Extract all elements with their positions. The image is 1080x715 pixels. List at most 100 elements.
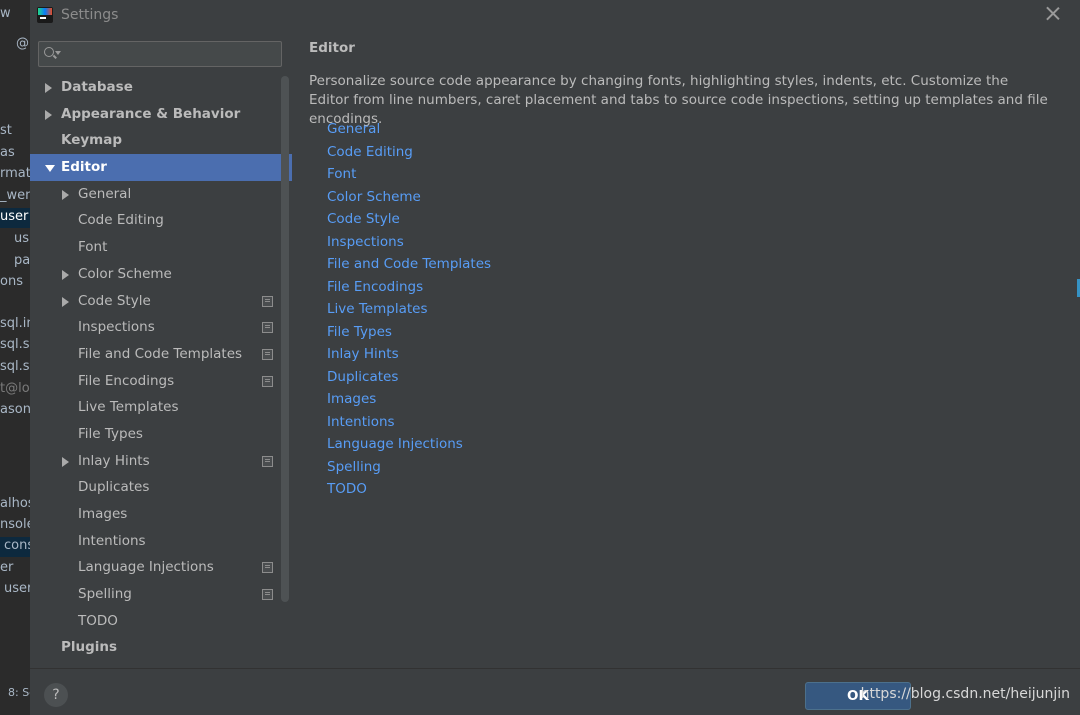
sidebar-item-live-templates[interactable]: Live Templates [30,394,292,421]
sidebar-item-label: Database [61,79,133,95]
sidebar-item-file-types[interactable]: File Types [30,421,292,448]
background-text: t@loc [0,381,30,396]
page-title: Editor [309,40,355,56]
background-text: user [4,581,30,596]
sidebar-item-editor[interactable]: Editor [30,154,292,181]
sidebar-item-label: Editor [61,159,107,176]
sidebar-item-appearance-behavior[interactable]: Appearance & Behavior [30,101,292,128]
sidebar-item-label: Keymap [61,132,123,149]
sidebar-item-inspections[interactable]: Inspections [30,314,292,341]
chevron-right-icon[interactable] [62,189,69,200]
close-icon[interactable] [1046,6,1060,20]
sidebar-item-database[interactable]: Database [30,74,292,101]
sidebar-item-font[interactable]: Font [30,234,292,261]
sidebar-item-language-injections[interactable]: Language Injections [30,554,292,581]
settings-sidebar: Database Appearance & Behavior Keymap Edito… [30,32,292,668]
background-text: sql.sy [0,359,30,374]
watermark: https://blog.csdn.net/heijunjin [860,686,1070,702]
sidebar-item-label: General [78,185,132,202]
sidebar-item-file-encodings[interactable]: File Encodings [30,368,292,395]
dialog-footer: ? OK https://blog.csdn.net/heijunjin [30,668,1080,715]
search-icon [44,47,54,57]
sidebar-item-label: Color Scheme [78,265,172,282]
sidebar-item-label: Plugins [61,639,118,656]
link-language-injections[interactable]: Language Injections [327,433,491,456]
chevron-down-icon[interactable] [45,165,55,173]
link-file-and-code-templates[interactable]: File and Code Templates [327,253,491,276]
background-text: alhos [0,496,30,511]
link-inlay-hints[interactable]: Inlay Hints [327,343,491,366]
project-settings-icon [262,322,273,334]
chevron-right-icon[interactable] [45,109,52,120]
background-text: pa [14,253,30,268]
background-text: st [0,123,12,138]
sidebar-item-images[interactable]: Images [30,501,292,528]
sidebar-item-label: Code Editing [78,212,164,229]
sidebar-item-label: Inlay Hints [78,452,150,469]
sidebar-item-file-and-code-templates[interactable]: File and Code Templates [30,341,292,368]
sidebar-item-label: File Encodings [78,372,175,389]
sidebar-item-intentions[interactable]: Intentions [30,528,292,555]
background-text: _wen [0,188,30,203]
background-text: ons [0,274,23,289]
link-general[interactable]: General [327,118,491,141]
sidebar-item-plugins[interactable]: Plugins [30,634,292,661]
search-input[interactable] [65,44,279,64]
sidebar-item-label: Inspections [78,319,155,336]
sidebar-scrollbar[interactable] [281,76,289,602]
background-text: w [0,6,11,21]
chevron-right-icon[interactable] [45,83,52,93]
sidebar-item-todo[interactable]: TODO [30,608,292,635]
background-text: nsole [0,517,30,532]
chevron-right-icon[interactable] [62,456,69,467]
project-settings-icon [262,455,273,467]
sidebar-item-general[interactable]: General [30,181,292,208]
project-settings-icon [262,295,273,307]
background-text: us [14,231,30,246]
link-code-editing[interactable]: Code Editing [327,141,491,164]
sidebar-item-keymap[interactable]: Keymap [30,127,292,154]
search-history-caret-icon[interactable] [55,51,61,55]
link-live-templates[interactable]: Live Templates [327,298,491,321]
sidebar-item-label: Images [78,506,128,522]
link-color-scheme[interactable]: Color Scheme [327,186,491,209]
link-file-types[interactable]: File Types [327,321,491,344]
project-settings-icon [262,589,273,601]
sidebar-item-label: Duplicates [78,479,150,496]
chevron-right-icon[interactable] [62,296,69,307]
sidebar-item-label: Intentions [78,532,146,549]
sidebar-item-duplicates[interactable]: Duplicates [30,474,292,501]
link-duplicates[interactable]: Duplicates [327,366,491,389]
sidebar-item-label: Font [78,239,108,256]
sidebar-item-code-style[interactable]: Code Style [30,288,292,315]
link-intentions[interactable]: Intentions [327,411,491,434]
help-button[interactable]: ? [44,683,68,707]
link-spelling[interactable]: Spelling [327,456,491,479]
sidebar-item-label: TODO [78,612,118,629]
sidebar-item-label: Appearance & Behavior [61,105,241,122]
sidebar-item-inlay-hints[interactable]: Inlay Hints [30,448,292,475]
link-inspections[interactable]: Inspections [327,231,491,254]
sidebar-item-label: Language Injections [78,559,214,576]
link-images[interactable]: Images [327,388,491,411]
project-settings-icon [262,375,273,387]
settings-dialog: Settings Database Appearance & Behavior Ke… [30,0,1080,715]
sidebar-item-label: File and Code Templates [78,345,243,362]
datagrip-app-icon [37,7,53,23]
editor-settings-panel: Editor Personalize source code appearanc… [309,32,1069,662]
background-text: user [0,209,29,224]
sidebar-item-spelling[interactable]: Spelling [30,581,292,608]
sidebar-item-color-scheme[interactable]: Color Scheme [30,261,292,288]
background-ide-panel: w @ st as rmat _wen user us pa ons sql.i… [0,0,30,714]
link-file-encodings[interactable]: File Encodings [327,276,491,299]
background-text: asong [0,402,30,417]
sidebar-item-code-editing[interactable]: Code Editing [30,207,292,234]
link-font[interactable]: Font [327,163,491,186]
background-text: 8: Se [8,686,30,699]
search-box[interactable] [38,41,282,67]
link-todo[interactable]: TODO [327,478,491,501]
link-code-style[interactable]: Code Style [327,208,491,231]
chevron-right-icon[interactable] [62,269,69,280]
subpage-links: General Code Editing Font Color Scheme Code … [327,118,491,501]
background-text: cons [4,538,30,553]
